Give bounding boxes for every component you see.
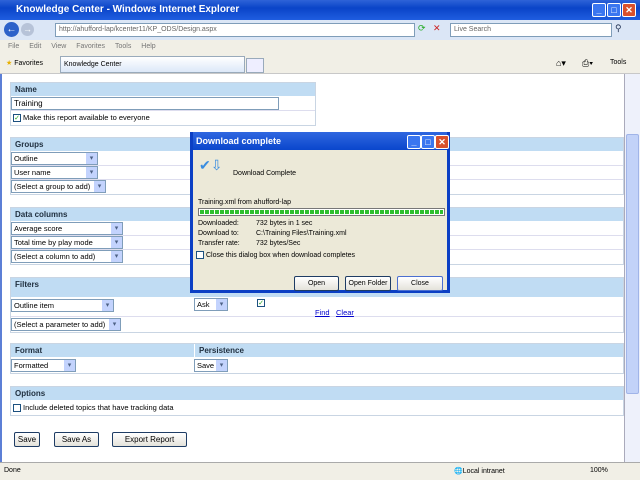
chevron-down-icon: ▾ [86, 153, 97, 164]
new-tab-button[interactable] [246, 58, 264, 73]
column-select-average-score[interactable]: Average score ▾ [11, 222, 123, 235]
group-select-outline[interactable]: Outline ▾ [11, 152, 98, 165]
status-bar: Done 🌐Local intranet 100% [0, 462, 640, 480]
dialog-title: Download complete [196, 136, 282, 146]
search-input[interactable]: Live Search [450, 23, 612, 37]
tab-knowledge-center[interactable]: Knowledge Center [60, 56, 245, 73]
filter-select-outline-item[interactable]: Outline item ▾ [11, 299, 114, 312]
persistence-select[interactable]: Save ▾ [194, 359, 228, 372]
share-checkbox[interactable]: ✓ [13, 114, 21, 123]
download-to-label: Download to: [198, 230, 239, 237]
downloaded-value: 732 bytes in 1 sec [256, 220, 313, 227]
print-icon[interactable]: ⎙▾ [582, 58, 593, 69]
menu-favorites[interactable]: Favorites [76, 40, 105, 50]
close-button[interactable]: Close [397, 276, 443, 291]
find-link[interactable]: Find [315, 308, 330, 317]
options-header: Options [11, 387, 623, 401]
format-header: Format [11, 344, 195, 358]
dialog-maximize-button[interactable]: □ [421, 135, 435, 149]
format-section: Format Persistence Formatted ▾ Save ▾ [10, 343, 624, 374]
close-when-done-label: Close this dialog box when download comp… [206, 251, 356, 259]
chevron-down-icon: ▾ [111, 251, 122, 262]
open-button[interactable]: Open [294, 276, 339, 291]
download-progress-bar [198, 208, 445, 216]
persistence-header: Persistence [195, 344, 623, 358]
favorites-label: Favorites [14, 60, 44, 67]
menu-bar: File Edit View Favorites Tools Help [0, 40, 640, 54]
name-header: Name [11, 83, 315, 97]
menu-edit[interactable]: Edit [29, 40, 41, 50]
title-bar: Knowledge Center - Windows Internet Expl… [0, 0, 640, 20]
name-section: Name Training ✓ Make this report availabl… [10, 82, 316, 126]
format-select[interactable]: Formatted ▾ [11, 359, 76, 372]
favorites-bar: ★ Favorites Knowledge Center ⌂▾ ⎙▾ Tools [0, 54, 640, 74]
favorites-button[interactable]: ★ Favorites [6, 59, 43, 67]
download-complete-dialog: Download complete _ □ ✕ ✔⇩ Download Comp… [190, 132, 450, 293]
dialog-title-bar: Download complete _ □ ✕ [193, 132, 449, 150]
globe-icon: 🌐 [454, 468, 463, 475]
dialog-close-icon[interactable]: ✕ [435, 135, 449, 149]
chevron-down-icon: ▾ [64, 360, 75, 371]
dialog-heading: Download Complete [233, 170, 297, 177]
include-deleted-checkbox[interactable] [13, 404, 21, 413]
chevron-down-icon: ▾ [102, 300, 113, 311]
group-select-user-name[interactable]: User name ▾ [11, 166, 98, 179]
zone-label: 🌐Local intranet [454, 468, 505, 475]
forward-button[interactable]: → [21, 23, 34, 36]
close-window-button[interactable]: ✕ [622, 3, 636, 17]
transfer-rate-label: Transfer rate: [198, 240, 240, 247]
save-button[interactable]: Save [14, 432, 40, 447]
menu-tools[interactable]: Tools [115, 40, 131, 50]
status-text: Done [4, 467, 21, 474]
clear-link[interactable]: Clear [336, 308, 354, 317]
star-icon: ★ [6, 60, 13, 67]
tab-label: Knowledge Center [64, 61, 122, 68]
minimize-button[interactable]: _ [592, 3, 606, 17]
share-label: Make this report available to everyone [23, 113, 150, 122]
search-icon[interactable]: ⚲ [615, 23, 629, 37]
open-folder-button[interactable]: Open Folder [345, 276, 391, 291]
chevron-down-icon: ▾ [216, 360, 227, 371]
back-button[interactable]: ← [4, 22, 19, 37]
options-section: Options Include deleted topics that have… [10, 386, 624, 416]
refresh-icon[interactable]: ⟳ [418, 23, 430, 37]
chevron-down-icon: ▾ [111, 237, 122, 248]
chevron-down-icon: ▾ [216, 299, 227, 310]
export-report-button[interactable]: Export Report [112, 432, 187, 447]
maximize-button[interactable]: □ [607, 3, 621, 17]
filter-ask-select[interactable]: Ask ▾ [194, 298, 228, 311]
group-add-select[interactable]: (Select a group to add) ▾ [11, 180, 106, 193]
filter-checkbox[interactable]: ✓ [257, 299, 265, 307]
tools-button[interactable]: Tools [610, 59, 626, 66]
parameter-add-select[interactable]: (Select a parameter to add) ▾ [11, 318, 121, 331]
menu-help[interactable]: Help [141, 40, 155, 50]
menu-view[interactable]: View [51, 40, 66, 50]
chevron-down-icon: ▾ [86, 167, 97, 178]
chevron-down-icon: ▾ [94, 181, 105, 192]
url-input[interactable]: http://ahufford-lap/kcenter11/KP_ODS/Des… [55, 23, 415, 37]
transfer-rate-value: 732 bytes/Sec [256, 240, 301, 247]
chevron-down-icon: ▾ [111, 223, 122, 234]
close-when-done-checkbox[interactable] [196, 251, 204, 259]
column-add-select[interactable]: (Select a column to add) ▾ [11, 250, 123, 263]
column-select-total-time[interactable]: Total time by play mode ▾ [11, 236, 123, 249]
stop-icon[interactable]: ✕ [433, 23, 445, 37]
report-name-input[interactable]: Training [11, 97, 279, 110]
include-deleted-label: Include deleted topics that have trackin… [23, 403, 174, 412]
window-title: Knowledge Center - Windows Internet Expl… [16, 4, 240, 15]
menu-file[interactable]: File [8, 40, 19, 50]
zoom-level[interactable]: 100% [590, 467, 608, 474]
download-icon: ✔⇩ [199, 157, 223, 173]
scrollbar-thumb[interactable] [626, 134, 639, 394]
progress-fill [200, 210, 443, 214]
vertical-scrollbar[interactable] [624, 74, 640, 462]
dialog-minimize-button[interactable]: _ [407, 135, 421, 149]
chevron-down-icon: ▾ [109, 319, 120, 330]
download-to-value: C:\Training Files\Training.xml [256, 230, 347, 237]
address-bar: ← → http://ahufford-lap/kcenter11/KP_ODS… [0, 20, 640, 40]
home-icon[interactable]: ⌂▾ [556, 58, 566, 69]
download-source: Training.xml from ahufford-lap [198, 199, 291, 206]
save-as-button[interactable]: Save As [54, 432, 99, 447]
downloaded-label: Downloaded: [198, 220, 239, 227]
